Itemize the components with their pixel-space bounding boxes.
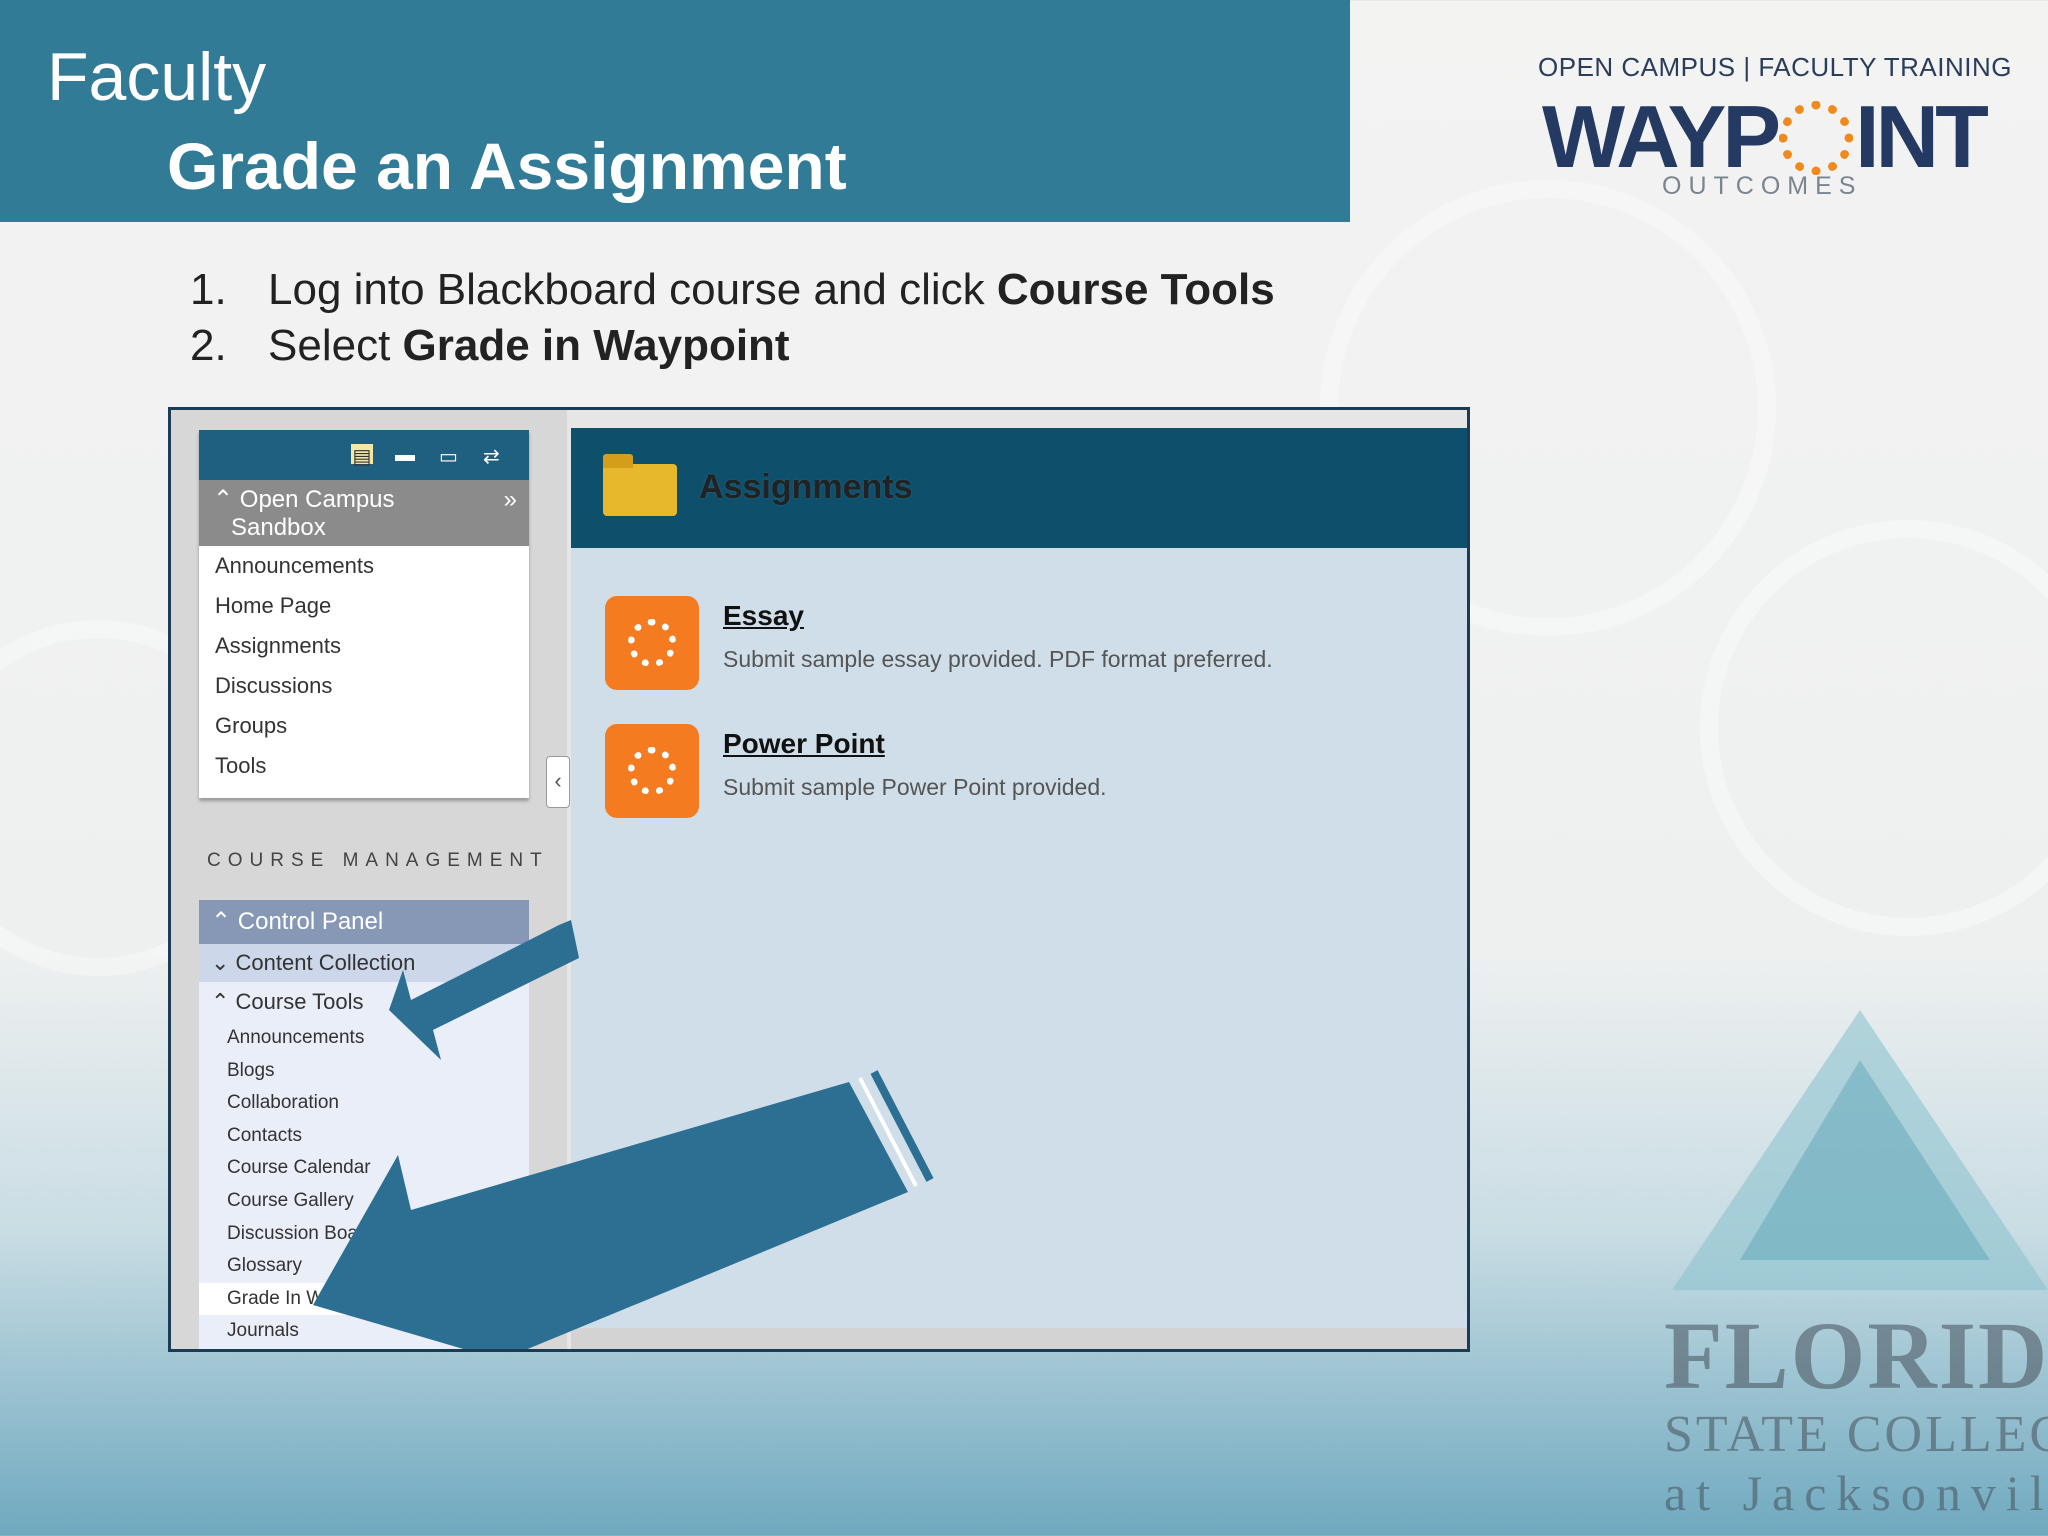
blackboard-screenshot: ▤ ▬ ▭ ⇄ ⌃ Open Campus Sandbox » Announce… — [168, 407, 1470, 1352]
instruction-step: 2. Select Grade in Waypoint — [190, 318, 1275, 374]
header-category: Faculty — [47, 39, 267, 115]
college-logo: FLORIDA STATE COLLEGE at Jacksonville — [1664, 1300, 2048, 1522]
college-logo-line1: FLORIDA — [1664, 1302, 2048, 1409]
waypoint-ring-icon — [1779, 100, 1854, 175]
step-bold: Course Tools — [996, 265, 1275, 314]
arrow-to-grade-in-waypoint-icon — [313, 1070, 934, 1349]
page-title: Grade an Assignment — [167, 129, 847, 203]
instruction-step: 1. Log into Blackboard course and click C… — [190, 262, 1275, 318]
instruction-list: 1. Log into Blackboard course and click C… — [190, 262, 1275, 374]
pointer-arrows — [313, 920, 934, 1349]
step-number: 1. — [190, 265, 227, 314]
step-text: Select — [268, 321, 403, 370]
college-logo-line3: at Jacksonville — [1664, 1465, 2048, 1521]
logo-text-right: INT — [1855, 87, 1989, 186]
background-swirl — [1700, 520, 2048, 936]
step-text: Log into Blackboard course and click — [268, 265, 997, 314]
step-number: 2. — [190, 321, 227, 370]
college-triangle-icon — [1672, 1010, 2048, 1290]
arrow-to-course-tools-icon — [389, 920, 579, 1060]
step-bold: Grade in Waypoint — [402, 321, 790, 370]
college-logo-line2: STATE COLLEGE — [1664, 1406, 2048, 1463]
brand-sub: OUTCOMES — [1662, 172, 1863, 200]
brand-tagline: OPEN CAMPUS | FACULTY TRAINING — [1538, 52, 2012, 82]
